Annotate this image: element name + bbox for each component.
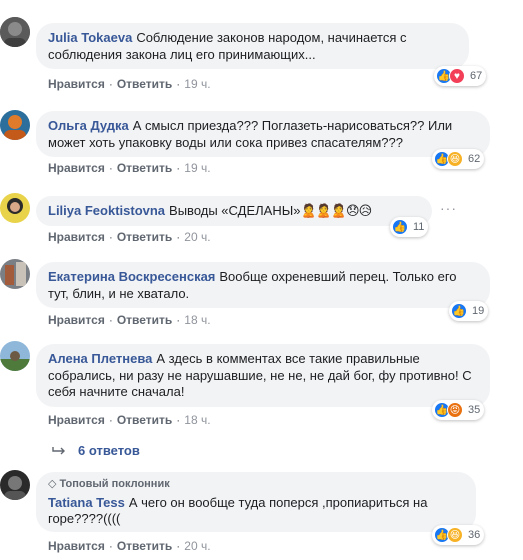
- comment-author[interactable]: Julia Tokaeva: [48, 30, 132, 45]
- comment-timestamp[interactable]: 20 ч.: [184, 539, 210, 553]
- reply-arrow-icon: [52, 446, 65, 454]
- more-options-icon[interactable]: ···: [440, 200, 457, 216]
- reactions-summary[interactable]: 👍 😡 35: [432, 400, 485, 420]
- reactions-summary[interactable]: 👍 11: [390, 217, 429, 237]
- like-button[interactable]: Нравится: [48, 77, 105, 91]
- reactions-summary[interactable]: 👍 😆 62: [432, 149, 485, 169]
- love-reaction-icon: ♥: [449, 68, 465, 84]
- comment-timestamp[interactable]: 19 ч.: [184, 161, 210, 175]
- comment-bubble: ◇ Топовый поклонник Tatiana Tess А чего о…: [36, 472, 476, 532]
- avatar[interactable]: [0, 259, 30, 289]
- comment-actions: Нравится · Ответить · 20 ч.: [48, 539, 211, 553]
- reaction-count: 11: [413, 221, 425, 233]
- comment-timestamp[interactable]: 18 ч.: [184, 413, 210, 427]
- like-button[interactable]: Нравится: [48, 161, 105, 175]
- comment-bubble: Алена Плетнева А здесь в комментах все та…: [36, 344, 490, 407]
- comment-bubble: Екатерина Воскресенская Вообще охреневший…: [36, 262, 490, 308]
- like-button[interactable]: Нравится: [48, 539, 105, 553]
- comment-bubble: Ольга Дудка А смысл приезда??? Поглазеть-…: [36, 111, 490, 157]
- reply-button[interactable]: Ответить: [117, 230, 172, 244]
- avatar-image-icon: [0, 341, 30, 371]
- comment-actions: Нравится · Ответить · 18 ч.: [48, 313, 211, 327]
- comment-actions: Нравится · Ответить · 19 ч.: [48, 77, 211, 91]
- like-button[interactable]: Нравится: [48, 413, 105, 427]
- comment-actions: Нравится · Ответить · 20 ч.: [48, 230, 211, 244]
- comment-bubble: Julia Tokaeva Соблюдение законов народом,…: [36, 23, 469, 69]
- comment-timestamp[interactable]: 20 ч.: [184, 230, 210, 244]
- comment-author[interactable]: Liliya Feoktistovna: [48, 203, 165, 218]
- comment-actions: Нравится · Ответить · 18 ч.: [48, 413, 211, 427]
- view-replies-link[interactable]: 6 ответов: [52, 443, 140, 458]
- diamond-icon: ◇: [48, 478, 60, 490]
- comment-text: Выводы «СДЕЛАНЫ»: [169, 203, 301, 218]
- haha-reaction-icon: 😆: [447, 151, 463, 167]
- reply-button[interactable]: Ответить: [117, 539, 172, 553]
- reaction-count: 19: [472, 305, 485, 317]
- comment-actions: Нравится · Ответить · 19 ч.: [48, 161, 211, 175]
- comment-author[interactable]: Екатерина Воскресенская: [48, 269, 215, 284]
- avatar-image-icon: [0, 193, 30, 223]
- like-button[interactable]: Нравится: [48, 230, 105, 244]
- avatar[interactable]: [0, 110, 30, 140]
- reaction-count: 62: [468, 153, 481, 165]
- reply-button[interactable]: Ответить: [117, 161, 172, 175]
- avatar-image-icon: [0, 259, 30, 289]
- like-reaction-icon: 👍: [392, 219, 408, 235]
- reaction-count: 36: [468, 529, 481, 541]
- reply-button[interactable]: Ответить: [117, 413, 172, 427]
- comment-timestamp[interactable]: 19 ч.: [184, 77, 210, 91]
- comment-timestamp[interactable]: 18 ч.: [184, 313, 210, 327]
- reaction-count: 35: [468, 404, 481, 416]
- avatar[interactable]: [0, 17, 30, 47]
- avatar[interactable]: [0, 193, 30, 223]
- comment-author[interactable]: Tatiana Tess: [48, 495, 125, 510]
- reactions-summary[interactable]: 👍 😆 36: [432, 525, 485, 545]
- like-reaction-icon: 👍: [451, 303, 467, 319]
- angry-reaction-icon: 😡: [447, 402, 463, 418]
- reply-button[interactable]: Ответить: [117, 77, 172, 91]
- avatar-image-icon: [0, 470, 30, 500]
- like-button[interactable]: Нравится: [48, 313, 105, 327]
- top-fan-badge: ◇ Топовый поклонник: [48, 478, 170, 490]
- avatar[interactable]: [0, 470, 30, 500]
- emoji-sequence: 🙎🙎🙎😞😥: [300, 203, 372, 218]
- reactions-summary[interactable]: 👍 19: [449, 301, 489, 321]
- avatar-image-icon: [0, 110, 30, 140]
- comment-author[interactable]: Ольга Дудка: [48, 118, 129, 133]
- avatar-image-icon: [0, 17, 30, 47]
- reaction-count: 67: [470, 70, 483, 82]
- comment-bubble: Liliya Feoktistovna Выводы «СДЕЛАНЫ»🙎🙎🙎😞😥: [36, 196, 432, 226]
- avatar[interactable]: [0, 341, 30, 371]
- haha-reaction-icon: 😆: [447, 527, 463, 543]
- replies-count-label: 6 ответов: [78, 443, 140, 458]
- reply-button[interactable]: Ответить: [117, 313, 172, 327]
- reactions-summary[interactable]: 👍 ♥ 67: [434, 66, 487, 86]
- comment-author[interactable]: Алена Плетнева: [48, 351, 152, 366]
